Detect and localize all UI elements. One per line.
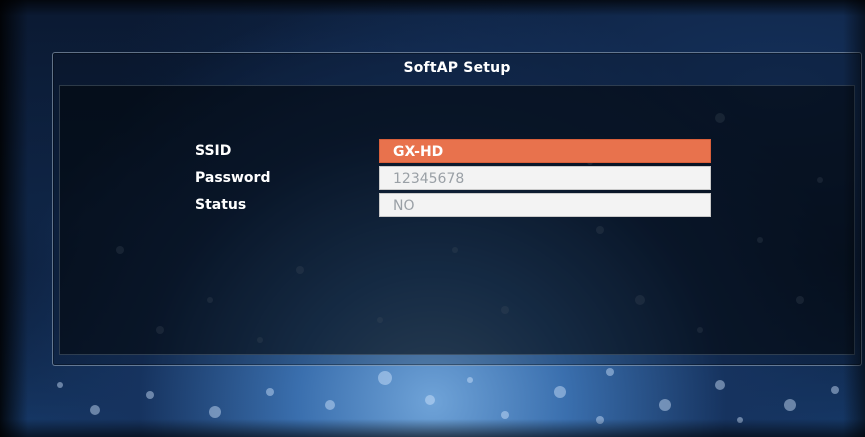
softap-setup-dialog: SoftAP Setup SSID GX-HD Password 1234567… [52, 52, 862, 366]
status-label: Status [195, 197, 247, 213]
status-field[interactable]: NO [379, 193, 711, 217]
dialog-title: SoftAP Setup [403, 60, 511, 76]
setting-row-ssid[interactable]: SSID GX-HD [60, 139, 854, 163]
ssid-field[interactable]: GX-HD [379, 139, 711, 163]
settings-panel: SSID GX-HD Password 12345678 Status NO [59, 85, 855, 355]
password-field[interactable]: 12345678 [379, 166, 711, 190]
ssid-label: SSID [195, 143, 232, 159]
setting-row-password[interactable]: Password 12345678 [60, 166, 854, 190]
setting-row-status[interactable]: Status NO [60, 193, 854, 217]
tv-screen: SoftAP Setup SSID GX-HD Password 1234567… [0, 0, 865, 437]
password-label: Password [195, 170, 271, 186]
